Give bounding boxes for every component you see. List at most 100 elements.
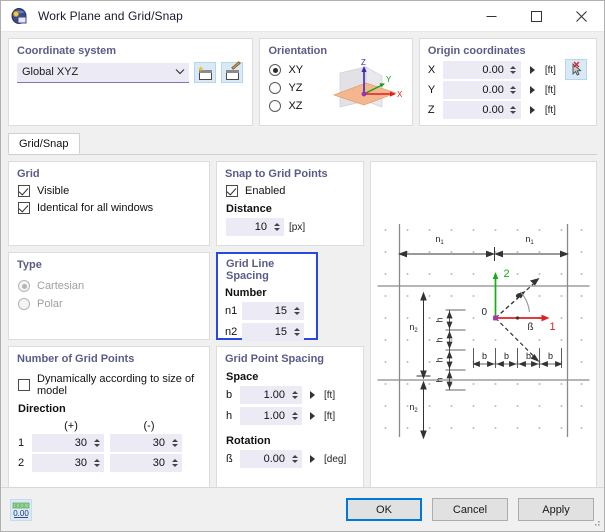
- snap-distance-spinner[interactable]: [272, 220, 281, 234]
- snap-distance-value: 10: [254, 221, 267, 233]
- apply-button[interactable]: Apply: [518, 498, 594, 521]
- type-option-polar[interactable]: Polar: [18, 295, 209, 313]
- snap-enabled-row[interactable]: Enabled: [217, 180, 363, 197]
- grid-line-n2-input[interactable]: 15: [242, 323, 304, 341]
- window-controls: [469, 1, 604, 32]
- tab-strip: Grid/Snap: [8, 133, 597, 155]
- direction-1-positive-input[interactable]: 30: [32, 434, 104, 452]
- svg-text:Y: Y: [386, 75, 392, 84]
- edit-coordinate-system-button[interactable]: [221, 61, 243, 83]
- grid-visible-label: Visible: [37, 185, 70, 197]
- diagram-label-h-4: h: [435, 377, 445, 382]
- grid-line-spacing-panel: Grid Line Spacing Number n1 15 n2 15: [216, 252, 318, 341]
- origin-z-dropdown-icon[interactable]: [529, 106, 535, 114]
- origin-label-z: Z: [427, 104, 435, 116]
- grid-visible-row[interactable]: Visible: [9, 180, 209, 197]
- grid-panel: Grid Visible Identical for all windows: [8, 161, 210, 246]
- direction-1-positive-value: 30: [74, 437, 87, 449]
- maximize-button[interactable]: [514, 1, 559, 32]
- space-b-dropdown-icon[interactable]: [310, 391, 315, 399]
- direction-1-negative-spinner[interactable]: [170, 436, 179, 450]
- rotation-input[interactable]: 0.00: [240, 450, 302, 468]
- rotation-label: Rotation: [226, 435, 271, 447]
- origin-z-spinner[interactable]: [509, 103, 518, 117]
- direction-2-negative-input[interactable]: 30: [110, 454, 182, 472]
- close-button[interactable]: [559, 1, 604, 32]
- rotation-dropdown-icon[interactable]: [310, 455, 315, 463]
- dynamic-grid-points-row[interactable]: Dynamically according to size of model: [9, 365, 209, 397]
- snap-distance-label: Distance: [226, 203, 272, 215]
- origin-z-value: 0.00: [482, 104, 504, 116]
- dynamic-grid-points-label: Dynamically according to size of model: [37, 373, 195, 397]
- cancel-button[interactable]: Cancel: [432, 498, 508, 521]
- grid-line-n1-spinner[interactable]: [292, 304, 301, 318]
- origin-y-spinner[interactable]: [509, 83, 518, 97]
- origin-row-y: Y 0.00 [ft]: [420, 79, 596, 99]
- origin-y-value: 0.00: [482, 84, 504, 96]
- direction-1-negative-input[interactable]: 30: [110, 434, 182, 452]
- grid-diagram: n1 n1 n2 n2 h h h h b b b b 2 1 ß 0: [377, 224, 590, 440]
- space-b-spinner[interactable]: [290, 388, 299, 402]
- coordinate-system-select[interactable]: Global XYZ: [17, 62, 189, 83]
- space-label-b: b: [226, 389, 233, 401]
- diagram-label-n1-right: n1: [525, 234, 534, 246]
- minimize-button[interactable]: [469, 1, 514, 32]
- pick-origin-point-button[interactable]: [565, 59, 587, 80]
- grid-point-spacing-panel: Grid Point Spacing Space b 1.00 [ft] h 1…: [216, 346, 364, 492]
- grid-line-n2-spinner[interactable]: [292, 325, 301, 339]
- grid-point-spacing-title: Grid Point Spacing: [225, 353, 325, 365]
- direction-1-positive-spinner[interactable]: [92, 436, 101, 450]
- grid-identical-row[interactable]: Identical for all windows: [9, 197, 209, 214]
- space-b-unit: [ft]: [324, 389, 336, 401]
- edit-window-icon: [224, 61, 241, 81]
- origin-x-dropdown-icon[interactable]: [529, 66, 535, 74]
- rotation-spinner[interactable]: [290, 452, 299, 466]
- new-coordinate-system-button[interactable]: ✦: [194, 62, 216, 83]
- dialog-window: Work Plane and Grid/Snap Coordinate syst…: [0, 0, 605, 532]
- origin-x-input[interactable]: 0.00: [442, 61, 521, 79]
- type-option-cartesian[interactable]: Cartesian: [18, 277, 209, 295]
- origin-y-unit: [ft]: [544, 84, 556, 96]
- radio-cartesian-icon: [18, 280, 30, 292]
- orientation-title: Orientation: [268, 45, 328, 57]
- diagram-label-h-2: h: [435, 337, 445, 342]
- coordinate-system-value: Global XYZ: [22, 66, 79, 78]
- snap-panel-title: Snap to Grid Points: [225, 168, 328, 180]
- direction-2-positive-value: 30: [74, 457, 87, 469]
- space-h-spinner[interactable]: [290, 409, 299, 423]
- space-h-value: 1.00: [263, 410, 285, 422]
- direction-row-1: 1 30 30: [9, 432, 209, 452]
- snap-distance-input[interactable]: 10: [226, 218, 284, 236]
- space-label-h: h: [226, 410, 233, 422]
- space-h-dropdown-icon[interactable]: [310, 412, 315, 420]
- ok-button[interactable]: OK: [346, 498, 422, 521]
- grid-line-n2-value: 15: [274, 326, 287, 338]
- number-format-button[interactable]: 0.00: [10, 498, 32, 521]
- resize-grip[interactable]: [591, 518, 601, 528]
- diagram-label-beta: ß: [528, 322, 534, 333]
- type-label-polar: Polar: [37, 298, 63, 310]
- origin-x-spinner[interactable]: [509, 63, 518, 77]
- direction-2-positive-spinner[interactable]: [92, 456, 101, 470]
- snap-enabled-label: Enabled: [245, 185, 286, 197]
- origin-z-input[interactable]: 0.00: [442, 101, 521, 119]
- radio-yz-icon: [269, 82, 282, 94]
- coordinate-system-title: Coordinate system: [17, 45, 117, 57]
- direction-2-negative-spinner[interactable]: [170, 456, 179, 470]
- origin-y-input[interactable]: 0.00: [442, 81, 521, 99]
- grid-diagram-panel: n1 n1 n2 n2 h h h h b b b b 2 1 ß 0: [370, 161, 597, 492]
- grid-line-label-n1: n1: [225, 305, 238, 317]
- orientation-preview-icon: Z Y X: [318, 57, 410, 123]
- space-h-input[interactable]: 1.00: [240, 407, 302, 425]
- diagram-label-n1-left: n1: [435, 234, 444, 246]
- direction-2-negative-value: 30: [152, 457, 165, 469]
- direction-2-positive-input[interactable]: 30: [32, 454, 104, 472]
- space-b-input[interactable]: 1.00: [240, 386, 302, 404]
- checkbox-dynamic-icon: [18, 379, 30, 391]
- orientation-label-yz: YZ: [288, 82, 303, 94]
- direction-index-2: 2: [18, 457, 25, 469]
- origin-y-dropdown-icon[interactable]: [529, 86, 535, 94]
- radio-xz-icon: [269, 100, 282, 112]
- grid-line-n1-input[interactable]: 15: [242, 302, 304, 320]
- tab-grid-snap[interactable]: Grid/Snap: [8, 133, 80, 154]
